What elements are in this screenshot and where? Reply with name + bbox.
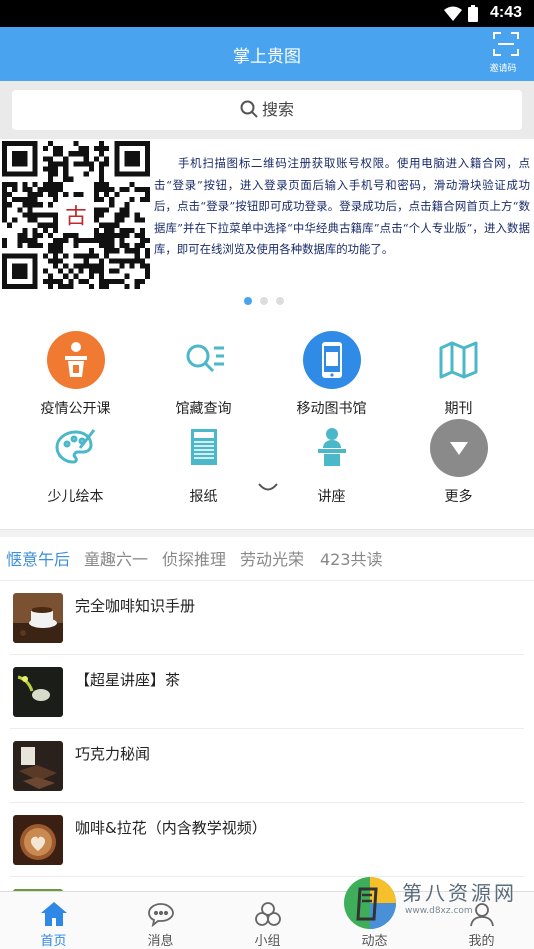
feature-more[interactable]: 更多 (392, 418, 525, 506)
item-thumbnail (13, 815, 63, 865)
banner-text: 手机扫描图标二维码注册获取账号权限。使用电脑进入籍合网，点击“登录”按钮，进入登… (154, 156, 530, 256)
tab-detective[interactable]: 侦探推理 (162, 546, 226, 570)
search-input[interactable]: 搜索 (12, 90, 522, 130)
status-time: 4:43 (489, 4, 522, 21)
search-icon (240, 100, 258, 118)
paint-palette-icon (54, 429, 95, 464)
nav-messages[interactable]: 消息 (107, 892, 214, 949)
group-icon (254, 902, 281, 926)
feature-label: 移动图书馆 (296, 401, 367, 417)
speaker-icon (317, 428, 346, 466)
carousel-dot[interactable] (244, 297, 252, 305)
feature-catalog-search[interactable]: 馆藏查询 (137, 330, 270, 418)
tab-relaxing-afternoon[interactable]: 惬意午后 (6, 546, 70, 570)
carousel-indicator (244, 290, 292, 309)
qr-logo: 古 (65, 205, 86, 230)
item-thumbnail (13, 667, 63, 717)
search-placeholder: 搜索 (261, 100, 294, 119)
search-bar: 搜索 (0, 81, 534, 139)
watermark-logo-icon (344, 877, 396, 929)
feature-mobile-library[interactable]: 移动图书馆 (265, 330, 398, 418)
feature-journals[interactable]: 期刊 (392, 330, 525, 418)
home-icon (40, 902, 67, 926)
lecture-podium-icon (46, 331, 105, 389)
list-item[interactable]: 巧克力秘闻 (0, 729, 534, 803)
message-icon (147, 903, 174, 927)
page-title: 掌上贵图 (233, 47, 301, 67)
qr-code-image: 古 (2, 141, 150, 289)
banner-carousel[interactable]: 古 手机扫描图标二维码注册获取账号权限。使用电脑进入籍合网，点击“登录”按钮，进… (0, 139, 534, 291)
wifi-icon (444, 6, 462, 21)
feature-lectures[interactable]: 讲座 (265, 418, 398, 506)
tab-reading-423[interactable]: 423共读 (320, 546, 383, 570)
tab-labor-glory[interactable]: 劳动光荣 (240, 546, 304, 570)
feature-label: 疫情公开课 (40, 401, 111, 417)
item-title: 咖啡&拉花（内含教学视频） (75, 819, 267, 837)
chevron-down-icon (429, 419, 488, 477)
feature-newspapers[interactable]: 报纸 (137, 418, 270, 506)
nav-home[interactable]: 首页 (0, 892, 107, 949)
feature-label: 讲座 (317, 489, 346, 505)
feature-label: 少儿绘本 (47, 489, 104, 505)
watermark-title: 第八资源网 (402, 881, 517, 905)
carousel-dot[interactable] (260, 297, 268, 305)
invite-code-label: 邀请码 (489, 64, 517, 74)
scan-icon (493, 32, 519, 56)
section-divider (0, 529, 534, 537)
search-list-icon (186, 344, 224, 373)
nav-label: 小组 (254, 934, 281, 949)
invite-code-button[interactable]: 邀请码 (489, 32, 522, 74)
app-bar: 掌上贵图 邀请码 (0, 27, 534, 81)
item-title: 【超星讲座】茶 (75, 671, 181, 689)
feature-kids-picture-books[interactable]: 少儿绘本 (9, 418, 142, 506)
item-title: 完全咖啡知识手册 (75, 597, 196, 615)
feature-label: 馆藏查询 (175, 401, 232, 417)
item-thumbnail (13, 593, 63, 643)
list-item[interactable]: 咖啡&拉花（内含教学视频） (0, 803, 534, 877)
battery-icon (468, 5, 478, 22)
list-item[interactable]: 【超星讲座】茶 (0, 655, 534, 729)
item-title: 巧克力秘闻 (75, 745, 151, 763)
nav-label: 消息 (147, 934, 174, 949)
feature-label: 期刊 (444, 401, 473, 417)
loading-spinner-icon (258, 483, 278, 491)
journal-map-icon (439, 341, 477, 379)
feature-grid: 疫情公开课 馆藏查询 移动图书馆 期刊 少儿绘本 报纸 讲座 更多 (0, 314, 534, 528)
carousel-dot[interactable] (276, 297, 284, 305)
site-watermark: 第八资源网 www.d8xz.com (342, 873, 532, 933)
category-tabs: 惬意午后 童趣六一 侦探推理 劳动光荣 423共读 (0, 537, 534, 581)
item-thumbnail (13, 741, 63, 791)
feature-epidemic-course[interactable]: 疫情公开课 (9, 330, 142, 418)
list-item[interactable]: 完全咖啡知识手册 (0, 581, 534, 655)
feature-label: 更多 (444, 489, 473, 505)
tab-childrens-day[interactable]: 童趣六一 (84, 546, 148, 570)
watermark-url: www.d8xz.com (405, 906, 473, 916)
feature-label: 报纸 (189, 489, 218, 505)
status-bar: 4:43 (0, 0, 534, 27)
newspaper-icon (190, 429, 217, 465)
mobile-library-icon (302, 331, 361, 389)
nav-label: 首页 (40, 934, 67, 949)
nav-groups[interactable]: 小组 (214, 892, 321, 949)
